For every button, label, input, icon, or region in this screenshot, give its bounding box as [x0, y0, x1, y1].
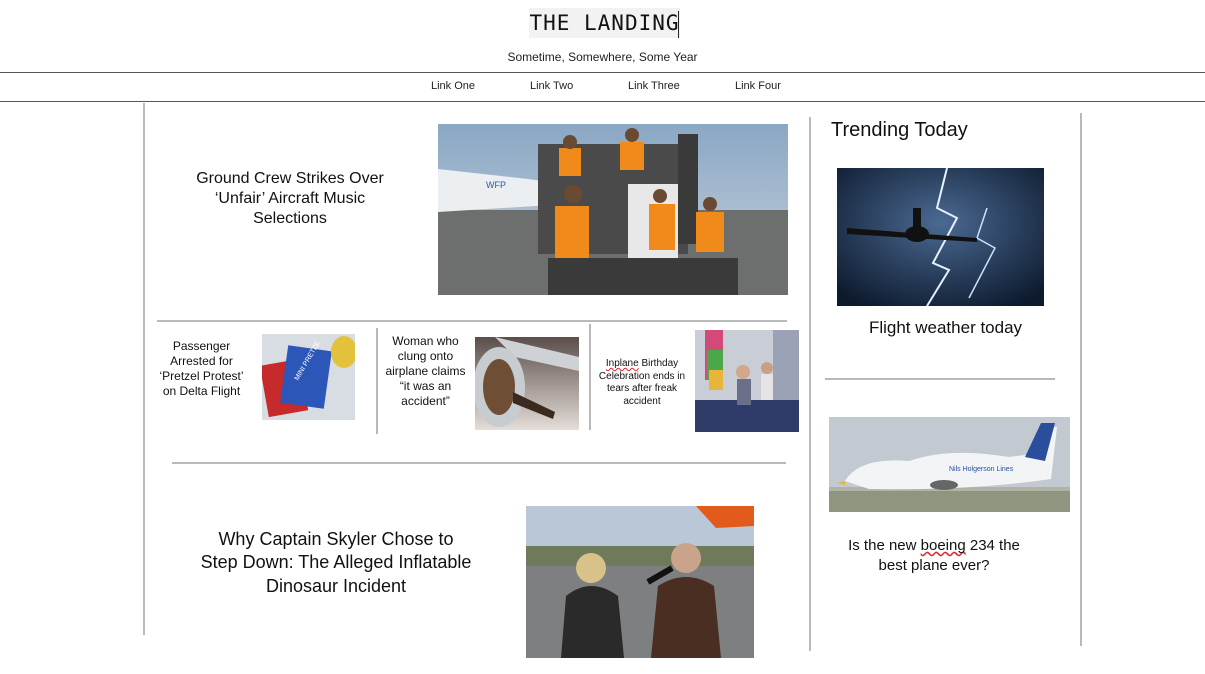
- story-pretzel-image[interactable]: MINI PRETZE: [262, 334, 355, 420]
- weather-caption[interactable]: Flight weather today: [837, 318, 1054, 338]
- bottom-story-image[interactable]: [526, 506, 754, 658]
- nav-link-three[interactable]: Link Three: [628, 80, 680, 92]
- section-divider-2: [172, 462, 786, 464]
- bottom-story-headline[interactable]: Why Captain Skyler Chose to Step Down: T…: [200, 528, 472, 598]
- sidebar-divider: [825, 378, 1055, 380]
- main-left-rule: [143, 103, 145, 635]
- site-tagline: Sometime, Somewhere, Some Year: [507, 50, 698, 64]
- trending-title: Trending Today: [831, 119, 968, 141]
- story-clung-image[interactable]: [475, 337, 579, 430]
- main-right-rule: [809, 117, 811, 651]
- nav-link-four[interactable]: Link Four: [735, 80, 781, 92]
- story-birthday-headline[interactable]: Inplane Birthday Celebration ends in tea…: [595, 358, 689, 408]
- lead-story-headline[interactable]: Ground Crew Strikes Over ‘Unfair’ Aircra…: [180, 169, 400, 229]
- nav-link-two[interactable]: Link Two: [530, 80, 573, 92]
- story-clung-headline[interactable]: Woman who clung onto airplane claims “it…: [379, 334, 472, 409]
- weather-image[interactable]: [837, 168, 1044, 306]
- beluga-plane-image[interactable]: Nils Holgerson Lines: [829, 417, 1070, 512]
- beluga-caption-misspelled: boeing: [920, 537, 966, 554]
- wfp-logo: WFP: [486, 180, 506, 190]
- beluga-caption-part1: Is the new: [848, 537, 921, 554]
- text-cursor: [678, 11, 679, 38]
- plane-livery-text: Nils Holgerson Lines: [949, 466, 1014, 473]
- site-title-box: THE LANDING: [529, 8, 680, 38]
- beluga-caption[interactable]: Is the new boeing 234 the best plane eve…: [842, 536, 1026, 577]
- section-divider-1: [157, 320, 787, 322]
- nav-top-divider: [0, 72, 1205, 73]
- story-pretzel-headline[interactable]: Passenger Arrested for ‘Pretzel Protest’…: [153, 339, 250, 399]
- small-story-rule-2: [589, 324, 591, 430]
- site-title: THE LANDING: [529, 11, 680, 35]
- lead-story-image[interactable]: WFP: [438, 124, 788, 295]
- nav-link-one[interactable]: Link One: [431, 80, 475, 92]
- small-story-rule-1: [376, 328, 378, 434]
- sidebar-right-rule: [1080, 113, 1082, 646]
- story-birthday-headline-word: Inplane: [605, 358, 639, 369]
- story-birthday-image[interactable]: [695, 330, 799, 432]
- nav-bottom-divider: [0, 101, 1205, 102]
